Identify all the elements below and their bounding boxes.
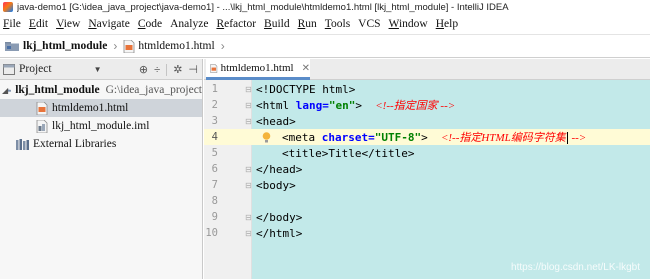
line-number: 10 bbox=[205, 227, 218, 239]
library-icon bbox=[16, 138, 29, 150]
project-panel-header: Project ▼ ⊕ ÷ ✲ ⊣ bbox=[0, 59, 202, 80]
module-folder-icon bbox=[8, 89, 12, 92]
menu-code[interactable]: Code bbox=[134, 18, 166, 30]
code-line: 7 ⊟ <body> bbox=[204, 177, 650, 193]
line-number: 5 bbox=[211, 147, 218, 159]
iml-file-icon bbox=[36, 119, 48, 133]
fold-marker-icon[interactable]: ⊟ bbox=[245, 229, 252, 238]
intellij-idea-icon bbox=[3, 2, 13, 12]
line-number: 9 bbox=[211, 211, 218, 223]
line-number: 2 bbox=[211, 99, 218, 111]
breadcrumb-project[interactable]: lkj_html_module bbox=[5, 40, 107, 52]
window-title-bar: java-demo1 [G:\idea_java_project\java-de… bbox=[0, 0, 650, 14]
menu-window[interactable]: Window bbox=[385, 18, 432, 30]
close-tab-icon[interactable]: ✕ bbox=[302, 63, 310, 74]
menu-vcs[interactable]: VCS bbox=[354, 18, 384, 30]
tree-node-external-libraries[interactable]: External Libraries bbox=[0, 135, 202, 153]
watermark-text: https://blog.csdn.net/LK-lkgbt bbox=[511, 262, 640, 273]
html-file-icon bbox=[36, 101, 48, 115]
tree-node-iml-file[interactable]: lkj_html_module.iml bbox=[0, 117, 202, 135]
project-tree: ◢ lkj_html_module G:\idea_java_project h… bbox=[0, 80, 202, 153]
line-number: 3 bbox=[211, 115, 218, 127]
line-number: 4 bbox=[211, 131, 218, 143]
code-line-current: 4 <meta charset="UTF-8"> <!--指定HTML编码字符集… bbox=[204, 129, 650, 145]
breadcrumb: lkj_html_module › htmldemo1.html › bbox=[0, 34, 650, 58]
code-line: 8 bbox=[204, 193, 650, 209]
tree-node-html-file[interactable]: htmldemo1.html bbox=[0, 99, 202, 117]
code-line: 3 ⊟ <head> bbox=[204, 113, 650, 129]
line-number: 1 bbox=[211, 83, 218, 95]
tab-htmldemo1[interactable]: htmldemo1.html ✕ bbox=[206, 59, 310, 80]
code-line: 5 <title>Title</title> bbox=[204, 145, 650, 161]
toolbar-separator bbox=[166, 63, 168, 76]
code-line: 1 ⊟ <!DOCTYPE html> bbox=[204, 81, 650, 97]
menu-refactor[interactable]: Refactor bbox=[212, 18, 260, 30]
module-folder-icon bbox=[5, 42, 19, 51]
menu-tools[interactable]: Tools bbox=[321, 18, 354, 30]
window-title: java-demo1 [G:\idea_java_project\java-de… bbox=[17, 1, 509, 13]
hide-panel-icon[interactable]: ⊣ bbox=[188, 63, 198, 76]
dropdown-arrow-icon[interactable]: ▼ bbox=[94, 65, 102, 74]
code-comment: <!--指定HTML编码字符集 bbox=[440, 132, 566, 144]
line-number: 6 bbox=[211, 163, 218, 175]
settings-gear-icon[interactable]: ✲ bbox=[173, 63, 182, 76]
code-comment: <!--指定国家 --> bbox=[375, 100, 456, 112]
tree-node-module[interactable]: ◢ lkj_html_module G:\idea_java_project bbox=[0, 81, 202, 99]
collapse-all-icon[interactable]: ÷ bbox=[154, 64, 160, 76]
line-number: 7 bbox=[211, 179, 218, 191]
fold-marker-icon[interactable]: ⊟ bbox=[245, 101, 252, 110]
menu-navigate[interactable]: Navigate bbox=[84, 18, 134, 30]
intention-bulb-icon[interactable] bbox=[262, 132, 271, 143]
code-line: 10 ⊟ </html> bbox=[205, 226, 303, 240]
menu-bar: File Edit View Navigate Code Analyze Ref… bbox=[0, 14, 650, 34]
project-tool-window: Project ▼ ⊕ ÷ ✲ ⊣ ◢ lkj_html_module G:\i… bbox=[0, 59, 203, 279]
locate-file-icon[interactable]: ⊕ bbox=[139, 63, 148, 76]
fold-marker-icon[interactable]: ⊟ bbox=[245, 165, 252, 174]
line-number: 8 bbox=[211, 195, 218, 207]
code-line: 6 ⊟ </head> bbox=[204, 161, 650, 177]
project-panel-toolbar: ⊕ ÷ ✲ ⊣ bbox=[139, 59, 198, 80]
menu-run[interactable]: Run bbox=[294, 18, 321, 30]
menu-view[interactable]: View bbox=[52, 18, 84, 30]
chevron-right-icon: › bbox=[220, 39, 225, 53]
project-view-selector[interactable]: Project bbox=[19, 63, 52, 75]
menu-analyze[interactable]: Analyze bbox=[166, 18, 212, 30]
editor-tab-bar: htmldemo1.html ✕ bbox=[204, 59, 650, 80]
html-file-icon bbox=[210, 63, 218, 73]
menu-edit[interactable]: Edit bbox=[25, 18, 52, 30]
breadcrumb-file[interactable]: htmldemo1.html bbox=[123, 39, 215, 53]
fold-marker-icon[interactable]: ⊟ bbox=[245, 85, 252, 94]
project-view-icon bbox=[3, 63, 15, 75]
chevron-right-icon: › bbox=[113, 39, 118, 53]
text-caret bbox=[566, 132, 568, 144]
html-file-icon bbox=[123, 39, 135, 53]
menu-help[interactable]: Help bbox=[432, 18, 462, 30]
fold-marker-icon[interactable]: ⊟ bbox=[245, 181, 252, 190]
menu-file[interactable]: File bbox=[0, 18, 25, 30]
menu-build[interactable]: Build bbox=[260, 18, 294, 30]
code-line: 2 ⊟ <html lang="en"> <!--指定国家 --> bbox=[204, 97, 650, 113]
fold-marker-icon[interactable]: ⊟ bbox=[245, 117, 252, 126]
fold-marker-icon[interactable]: ⊟ bbox=[245, 213, 252, 222]
code-editor[interactable]: 1 ⊟ <!DOCTYPE html> 2 ⊟ <html lang="en">… bbox=[204, 80, 650, 279]
code-line: 9 ⊟ </body> bbox=[204, 209, 650, 225]
